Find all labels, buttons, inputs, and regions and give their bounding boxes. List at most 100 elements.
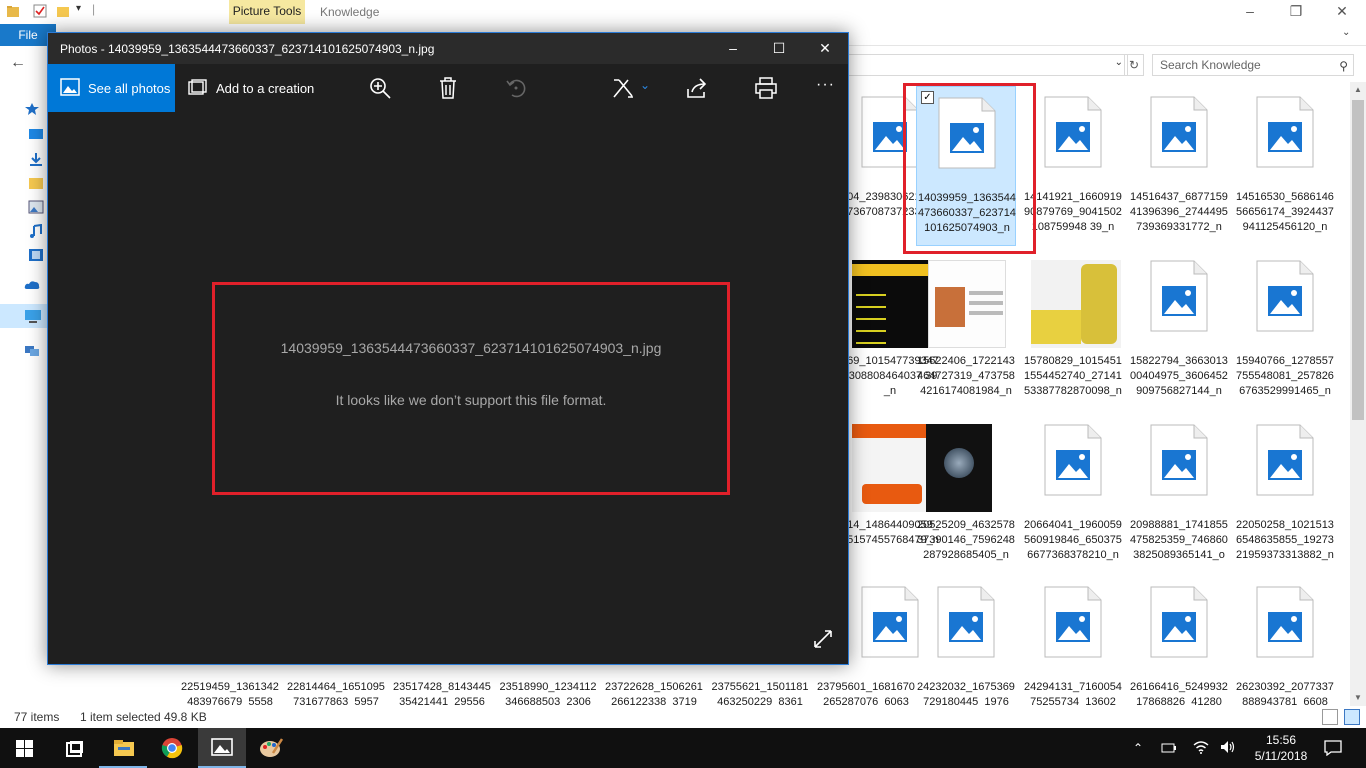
show-hidden-icons-chevron-icon[interactable]: ⌃ [1128, 728, 1148, 768]
photos-window: Photos - 14039959_1363544473660337_62371… [47, 32, 849, 665]
details-view-icon[interactable] [1322, 709, 1338, 725]
clock[interactable]: 15:56 5/11/2018 [1246, 732, 1316, 764]
file-name: 14516530_568614​656656174_39244​37941125… [1236, 191, 1334, 233]
photos-close-button[interactable]: ✕ [802, 33, 848, 64]
quick-access-dropdown-icon[interactable]: ▾ [76, 3, 81, 14]
delete-icon[interactable] [436, 76, 460, 100]
downloads-icon[interactable] [28, 152, 44, 166]
search-input[interactable]: Search Knowledge ⚲ [1152, 54, 1354, 76]
onedrive-icon[interactable] [24, 278, 40, 292]
action-center-icon[interactable] [1324, 740, 1342, 756]
file-name: 15822794_366301​300404975_36064​52909756… [1130, 355, 1228, 397]
full-screen-icon[interactable] [813, 629, 833, 649]
start-button[interactable] [0, 728, 48, 768]
videos-icon[interactable] [28, 248, 44, 262]
music-icon[interactable] [28, 224, 44, 238]
more-options-icon[interactable]: ··· [816, 76, 835, 94]
windows-logo-icon [16, 740, 33, 757]
volume-icon[interactable] [1220, 740, 1236, 754]
folder-icon[interactable] [6, 4, 20, 18]
photos-titlebar: Photos - 14039959_1363544473660337_62371… [48, 33, 848, 64]
file-tile[interactable]: 26166416_524993​217868826_41280 [1129, 576, 1229, 706]
edit-dropdown-chevron-icon[interactable]: ⌄ [640, 78, 650, 92]
refresh-button[interactable]: ↻ [1124, 54, 1144, 76]
taskbar-file-explorer[interactable] [99, 728, 147, 768]
file-tile[interactable]: 24294131_716005​475255734_13602 [1023, 576, 1123, 706]
file-name: 26166416_524993​217868826_41280 [1130, 681, 1228, 706]
taskbar: ⌃ 15:56 5/11/2018 [0, 728, 1366, 768]
file-tile[interactable]: 15622406_172214​3464727319_4737​58421617… [916, 250, 1016, 410]
desktop-icon[interactable] [28, 128, 44, 142]
file-name: 14141921_166091​990879769_9041​502108759… [1024, 191, 1122, 233]
chevron-down-icon[interactable]: ⌄ [1115, 57, 1123, 68]
photos-title: Photos - 14039959_1363544473660337_62371… [60, 42, 435, 56]
photos-minimize-button[interactable]: – [710, 33, 756, 64]
file-name: 22814464_165109​5731677863_5957 [287, 681, 385, 706]
taskbar-photos[interactable] [198, 728, 246, 768]
file-tile[interactable]: 20525209_463257​837390146_75962​48287928… [916, 414, 1016, 574]
file-tile[interactable]: 14516437_687715​941396396_27444​95739369… [1129, 86, 1229, 246]
file-tile[interactable]: 15940766_127855​7755548081_2578​26676352… [1235, 250, 1335, 410]
vertical-scrollbar[interactable]: ▲ ▼ [1350, 82, 1366, 706]
see-all-photos-button[interactable]: See all photos [48, 64, 175, 112]
chrome-icon [161, 738, 183, 759]
see-all-photos-label: See all photos [88, 81, 171, 96]
file-name: 24232032_167536​9729180445_1976 [917, 681, 1015, 706]
taskbar-paint[interactable] [247, 728, 295, 768]
scroll-down-icon[interactable]: ▼ [1350, 690, 1366, 706]
rotate-icon[interactable] [504, 76, 528, 100]
large-icons-view-icon[interactable] [1344, 709, 1360, 725]
error-filename: 14039959_1363544473660337_62371410162507… [280, 340, 662, 356]
file-name: 24294131_716005​475255734_13602 [1024, 681, 1122, 706]
photos-app-icon [211, 738, 233, 756]
close-button[interactable]: ✕ [1319, 0, 1365, 24]
pictures-icon[interactable] [28, 200, 44, 214]
file-name: 23755621_150118​1463250229_8361 [711, 681, 809, 706]
share-icon[interactable] [685, 76, 709, 100]
file-tile[interactable]: 15822794_366301​300404975_36064​52909756… [1129, 250, 1229, 410]
error-message: It looks like we don’t support this file… [335, 392, 607, 408]
taskbar-chrome[interactable] [148, 728, 196, 768]
print-icon[interactable] [754, 76, 778, 100]
search-placeholder: Search Knowledge [1160, 58, 1261, 72]
file-tile[interactable]: 20988881_174185​5475825359_7468​60382508… [1129, 414, 1229, 574]
zoom-in-icon[interactable] [368, 76, 392, 100]
new-folder-icon[interactable] [56, 4, 70, 18]
file-name: 20664041_196005​9560919846_6503​75667736… [1024, 519, 1122, 561]
wifi-icon[interactable] [1193, 740, 1209, 754]
file-tile[interactable]: 14516530_568614​656656174_39244​37941125… [1235, 86, 1335, 246]
file-tile[interactable]: 14141921_166091​990879769_9041​502108759… [1023, 86, 1123, 246]
documents-folder-icon[interactable] [28, 176, 44, 190]
add-to-creation-button[interactable]: Add to a creation [186, 64, 326, 112]
item-count: 77 items [14, 710, 60, 724]
ribbon-expand-icon[interactable]: ⌄ [1342, 27, 1350, 38]
file-tile[interactable]: 24232032_167536​9729180445_1976 [916, 576, 1016, 706]
photos-maximize-button[interactable]: ☐ [756, 33, 802, 64]
restore-button[interactable]: ❐ [1273, 0, 1319, 24]
window-title: Knowledge [320, 5, 380, 19]
add-to-creation-icon [188, 79, 207, 95]
taskbar-task-view[interactable] [50, 728, 98, 768]
selected-file-highlight [903, 83, 1036, 254]
back-arrow-icon[interactable]: ← [10, 54, 26, 72]
scroll-up-icon[interactable]: ▲ [1350, 82, 1366, 98]
photos-toolbar: See all photos Add to a creation ⌄ ··· [48, 64, 848, 112]
address-bar[interactable]: ⌄ [848, 54, 1128, 76]
file-tile[interactable]: 26230392_207733​7888943781_6608 [1235, 576, 1335, 706]
explorer-titlebar: ▾ | Picture Tools Knowledge – ❐ ✕ [0, 0, 1366, 24]
picture-tools-tab[interactable]: Picture Tools [229, 0, 305, 24]
file-name: 20988881_174185​5475825359_7468​60382508… [1130, 519, 1228, 561]
file-tile[interactable]: 20664041_196005​9560919846_6503​75667736… [1023, 414, 1123, 574]
properties-icon[interactable] [33, 4, 47, 18]
file-name: 23722628_150626​1266122338_3719 [605, 681, 703, 706]
status-bar: 77 items 1 item selected 49.8 KB [0, 706, 1366, 728]
paint-icon [260, 738, 283, 757]
quick-access-icon[interactable] [24, 102, 40, 116]
edit-create-icon[interactable] [611, 76, 637, 100]
scroll-thumb[interactable] [1352, 100, 1364, 420]
file-tile[interactable]: 22050258_102151​36548635855_192​73219593… [1235, 414, 1335, 574]
minimize-button[interactable]: – [1227, 0, 1273, 24]
file-tile[interactable]: 15780829_101545​11554452740_271​41533877… [1023, 250, 1123, 410]
network-icon[interactable] [24, 344, 40, 358]
battery-icon[interactable] [1161, 742, 1177, 754]
